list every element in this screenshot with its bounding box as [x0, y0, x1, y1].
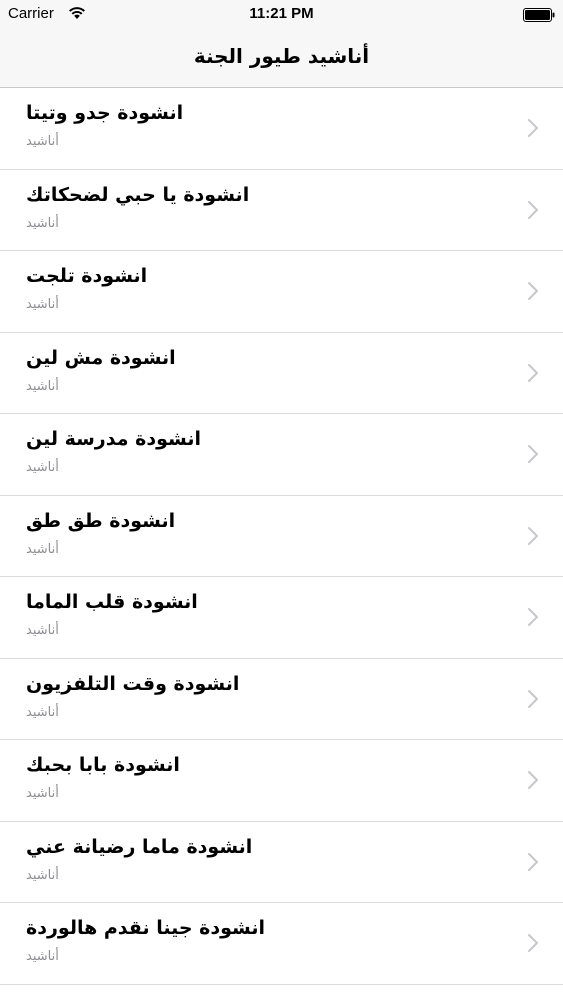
list-item[interactable]: انشودة قلب الماما أناشيد — [0, 577, 563, 659]
list-item-title: انشودة مش لين — [26, 346, 176, 369]
list-item[interactable]: انشودة ماما رضيانة عني أناشيد — [0, 822, 563, 903]
chevron-right-icon — [528, 445, 538, 463]
status-bar: Carrier 11:21 PM — [0, 0, 563, 30]
list-item-title: انشودة طق طق — [26, 509, 176, 532]
list-item-subtitle: أناشيد — [26, 704, 59, 720]
list-item-title: انشودة مدرسة لين — [26, 428, 201, 450]
battery-icon — [523, 8, 555, 22]
list-item-title: انشودة ماما رضيانة عني — [26, 835, 253, 858]
chevron-right-icon — [528, 119, 538, 137]
list-item[interactable]: انشودة مدرسة لين أناشيد — [0, 414, 563, 496]
list-item-subtitle: أناشيد — [26, 867, 59, 883]
list-item[interactable]: انشودة تلجت أناشيد — [0, 251, 563, 333]
status-time: 11:21 PM — [249, 5, 314, 22]
page-title: أناشيد طيور الجنة — [193, 44, 370, 68]
list-item[interactable]: انشودة مش لين أناشيد — [0, 333, 563, 414]
list-item[interactable]: انشودة يا حبي لضحكاتك أناشيد — [0, 170, 563, 251]
list-item-subtitle: أناشيد — [26, 786, 59, 801]
list-item-title: انشودة يا حبي لضحكاتك — [26, 183, 250, 206]
chevron-right-icon — [528, 282, 538, 300]
chevron-right-icon — [528, 363, 538, 382]
songs-list: انشودة جدو وتيتا أناشيد انشودة يا حبي لضحك… — [0, 88, 563, 985]
chevron-right-icon — [528, 934, 538, 952]
list-item-subtitle: أناشيد — [26, 623, 59, 638]
list-item-subtitle: أناشيد — [26, 949, 59, 964]
list-item-subtitle: أناشيد — [26, 378, 59, 394]
list-item-subtitle: أناشيد — [26, 134, 59, 149]
chevron-right-icon — [528, 608, 538, 626]
list-item-title: انشودة بابا بحبك — [26, 754, 180, 776]
list-item[interactable]: انشودة جدو وتيتا أناشيد — [0, 88, 563, 170]
chevron-right-icon — [528, 689, 538, 708]
list-item[interactable]: انشودة وقت التلفزيون أناشيد — [0, 659, 563, 740]
list-item-subtitle: أناشيد — [26, 541, 59, 557]
list-item-subtitle: أناشيد — [26, 215, 59, 231]
chevron-right-icon — [528, 200, 538, 219]
list-item[interactable]: انشودة جينا نقدم هالوردة أناشيد — [0, 903, 563, 985]
navigation-bar: أناشيد طيور الجنة — [0, 30, 563, 88]
list-item-title: انشودة جينا نقدم هالوردة — [26, 917, 266, 939]
list-item-title: انشودة وقت التلفزيون — [26, 672, 240, 695]
list-item[interactable]: انشودة طق طق أناشيد — [0, 496, 563, 577]
list-item-title: انشودة تلجت — [26, 265, 148, 287]
chevron-right-icon — [528, 852, 538, 871]
list-item[interactable]: انشودة بابا بحبك أناشيد — [0, 740, 563, 822]
list-item-title: انشودة جدو وتيتا — [26, 102, 184, 124]
list-item-subtitle: أناشيد — [26, 460, 59, 475]
list-item-subtitle: أناشيد — [26, 297, 59, 312]
list-item-title: انشودة قلب الماما — [26, 591, 198, 613]
chevron-right-icon — [528, 771, 538, 789]
chevron-right-icon — [528, 526, 538, 545]
